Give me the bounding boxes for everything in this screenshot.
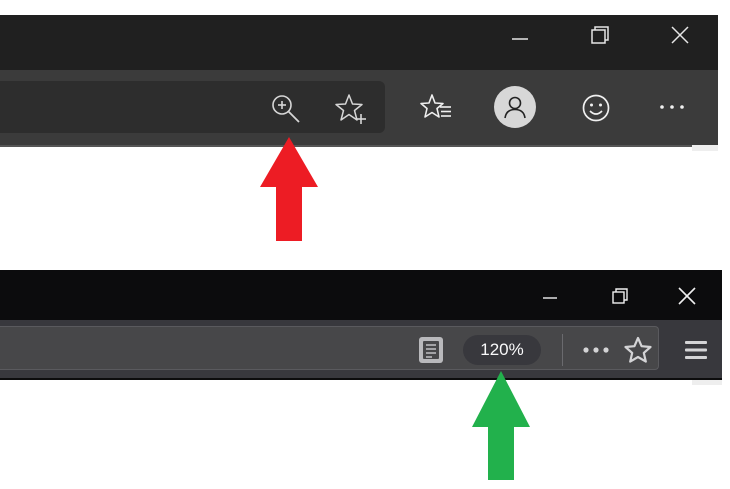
edge-more-button[interactable] [654, 92, 690, 122]
firefox-page-actions-button[interactable] [578, 336, 614, 364]
profile-icon [504, 96, 526, 119]
reader-view-icon [419, 337, 443, 363]
zoom-in-icon [272, 95, 300, 123]
firefox-close-button[interactable] [672, 281, 702, 311]
favorites-icon [420, 94, 451, 118]
close-icon [671, 26, 689, 44]
edge-restore-button[interactable] [585, 20, 615, 50]
firefox-menu-button[interactable] [680, 333, 712, 367]
firefox-zoom-indicator[interactable]: 120% [463, 335, 541, 365]
bookmark-star-icon [624, 336, 652, 363]
edge-toolbar-border [0, 145, 718, 147]
urlbar-separator [562, 334, 563, 366]
hamburger-menu-icon [685, 341, 707, 359]
firefox-scrollbar-edge [692, 380, 722, 385]
edge-minimize-button[interactable] [505, 20, 535, 50]
firefox-bookmark-button[interactable] [621, 333, 655, 367]
green-arrow-annotation [472, 371, 530, 480]
feedback-icon [582, 94, 610, 122]
zoom-level-text: 120% [480, 340, 524, 359]
edge-favorites-button[interactable] [418, 90, 454, 126]
edge-close-button[interactable] [665, 20, 695, 50]
restore-icon [591, 26, 609, 44]
red-arrow-annotation [260, 137, 318, 241]
close-icon [678, 287, 696, 305]
page-actions-icon [583, 347, 609, 353]
restore-icon [612, 288, 628, 304]
edge-profile-button[interactable] [494, 86, 536, 128]
edge-feedback-button[interactable] [578, 90, 614, 126]
minimize-icon [512, 38, 528, 40]
firefox-toolbar-border [0, 378, 722, 380]
more-icon [660, 105, 684, 109]
firefox-reader-view-button[interactable] [415, 334, 447, 366]
edge-scrollbar-edge [692, 145, 718, 151]
firefox-minimize-button[interactable] [535, 281, 565, 311]
edge-add-favorite-button[interactable] [333, 91, 369, 127]
minimize-icon [543, 297, 557, 299]
firefox-restore-button[interactable] [605, 281, 635, 311]
firefox-url-bar[interactable] [0, 326, 659, 370]
add-to-favorites-icon [335, 94, 366, 124]
edge-address-bar[interactable] [0, 81, 385, 133]
edge-zoom-button[interactable] [268, 91, 304, 127]
